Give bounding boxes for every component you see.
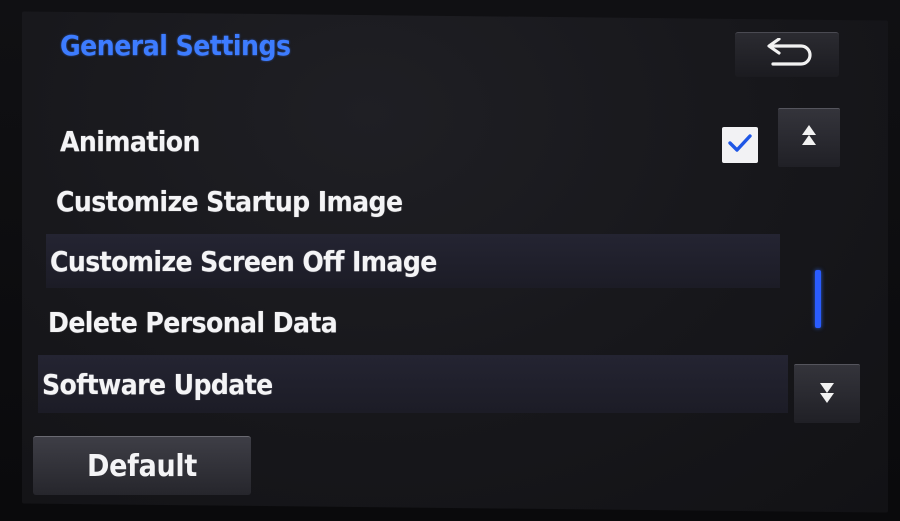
list-item-customize-startup-image[interactable]: Customize Startup Image xyxy=(52,174,772,228)
scroll-up-icon xyxy=(799,123,819,153)
list-item-label: Software Update xyxy=(42,367,273,401)
default-button[interactable]: Default xyxy=(33,436,251,495)
list-item-animation[interactable]: Animation xyxy=(56,114,716,168)
scroll-up-button[interactable] xyxy=(778,108,840,167)
list-item-customize-screen-off-image[interactable]: Customize Screen Off Image xyxy=(46,234,780,288)
list-item-label: Customize Startup Image xyxy=(56,184,403,218)
list-item-delete-personal-data[interactable]: Delete Personal Data xyxy=(44,295,780,349)
scrollbar[interactable] xyxy=(812,176,826,356)
scroll-down-button[interactable] xyxy=(794,364,860,423)
scrollbar-thumb[interactable] xyxy=(815,270,821,328)
back-button[interactable] xyxy=(735,32,839,77)
page-title: General Settings xyxy=(60,29,291,62)
list-item-software-update[interactable]: Software Update xyxy=(38,355,788,413)
list-item-label: Customize Screen Off Image xyxy=(50,244,437,278)
return-arrow-icon xyxy=(757,37,817,72)
scroll-down-icon xyxy=(817,379,837,409)
checkmark-icon xyxy=(727,132,753,158)
list-item-label: Delete Personal Data xyxy=(48,305,338,339)
animation-checkbox[interactable] xyxy=(722,127,758,163)
list-item-label: Animation xyxy=(60,124,200,158)
